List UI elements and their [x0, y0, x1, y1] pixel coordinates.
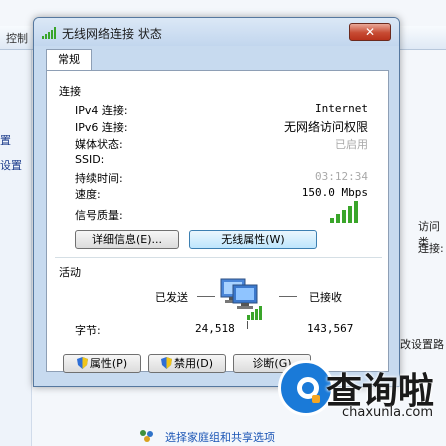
media-state-value: 已启用	[335, 138, 368, 151]
bytes-received-value: 143,567	[307, 322, 354, 335]
left-nav-pane: 置 设置	[0, 50, 32, 446]
signal-icon	[42, 27, 56, 39]
connection-heading: 连接	[59, 85, 81, 98]
general-panel: 连接 IPv4 连接: Internet IPv6 连接: 无网络访问权限 媒体…	[46, 70, 389, 373]
media-state-label: 媒体状态:	[75, 138, 123, 151]
sent-label: 已发送	[155, 291, 188, 304]
signal-strength-icon	[330, 201, 358, 223]
ssid-label: SSID:	[75, 153, 105, 166]
disable-button[interactable]: 禁用(D)	[148, 354, 226, 373]
signal-quality-label: 信号质量:	[75, 209, 123, 222]
ipv6-label: IPv6 连接:	[75, 121, 128, 134]
sent-line	[197, 296, 215, 297]
dialog-title: 无线网络连接 状态	[62, 27, 162, 41]
homegroup-icon	[140, 430, 153, 442]
tab-general[interactable]: 常规	[46, 49, 92, 71]
ipv4-label: IPv4 连接:	[75, 104, 128, 117]
details-button[interactable]: 详细信息(E)...	[75, 230, 179, 249]
address-text: 控制	[6, 32, 28, 45]
connection-label: 连接:	[418, 242, 444, 255]
activity-heading: 活动	[59, 266, 81, 279]
ipv6-value: 无网络访问权限	[283, 120, 368, 134]
speed-label: 速度:	[75, 188, 101, 201]
ipv4-value: Internet	[315, 102, 368, 115]
disable-label: 禁用(D)	[173, 357, 214, 370]
left-nav-item-1[interactable]: 置	[0, 132, 11, 148]
duration-value: 03:12:34	[315, 170, 368, 183]
homegroup-link[interactable]: 选择家庭组和共享选项	[165, 429, 275, 445]
uac-shield-icon	[160, 357, 172, 369]
change-adapter-link[interactable]: 改设置路	[400, 336, 444, 352]
speed-value: 150.0 Mbps	[301, 186, 368, 199]
wireless-properties-button[interactable]: 无线属性(W)	[189, 230, 317, 249]
received-label: 已接收	[309, 291, 342, 304]
properties-label: 属性(P)	[89, 357, 128, 370]
bytes-label: 字节:	[75, 324, 101, 337]
section-divider	[55, 257, 382, 258]
received-line	[279, 296, 297, 297]
close-button[interactable]: ✕	[349, 23, 391, 41]
title-bar[interactable]: 无线网络连接 状态 ✕	[34, 18, 399, 46]
watermark-url: chaxunla.com	[342, 405, 433, 420]
logo-dot	[312, 395, 320, 403]
network-computers-icon	[220, 278, 262, 320]
wireless-status-dialog: 无线网络连接 状态 ✕ 常规 连接 IPv4 连接: Internet IPv6…	[33, 17, 400, 387]
activity-tick	[247, 321, 248, 329]
properties-button[interactable]: 属性(P)	[63, 354, 141, 373]
uac-shield-icon	[76, 357, 88, 369]
bytes-sent-value: 24,518	[195, 322, 235, 335]
left-nav-item-2[interactable]: 设置	[0, 157, 22, 173]
duration-label: 持续时间:	[75, 172, 123, 185]
